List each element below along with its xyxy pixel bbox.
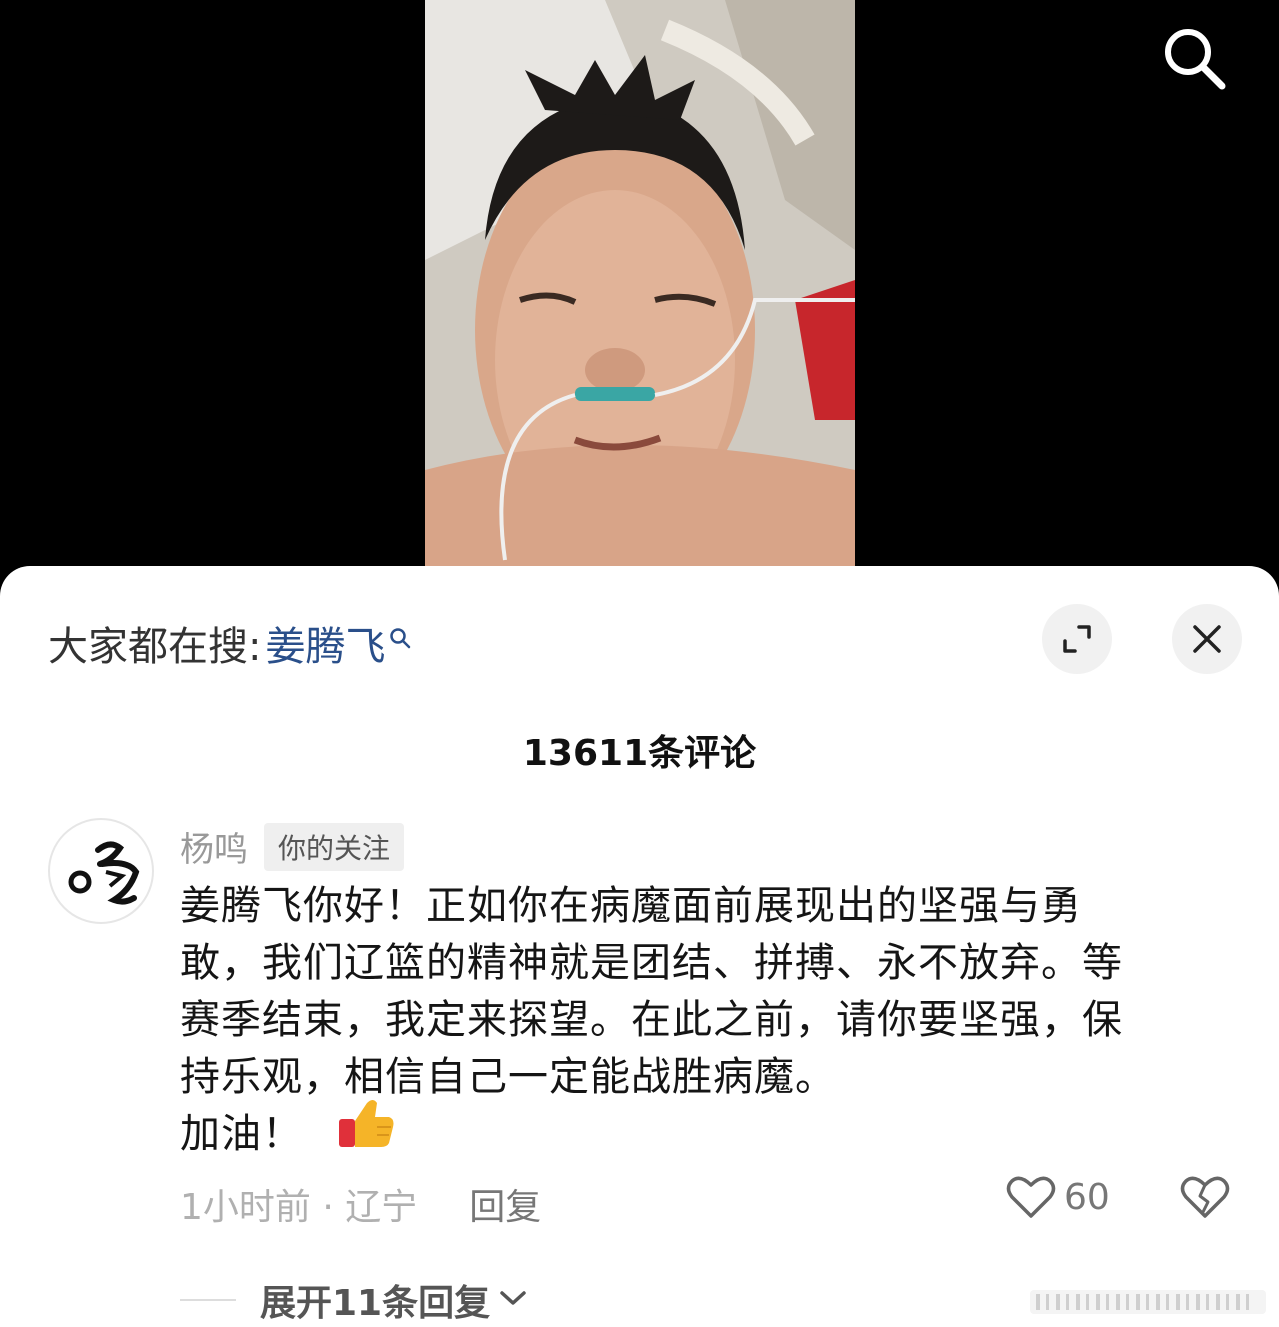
comment-line: 加油！ bbox=[180, 1111, 303, 1157]
broken-heart-icon bbox=[1180, 1176, 1230, 1218]
comment-line: 姜腾飞你好！正如你在病魔面前展现出的坚强与勇 bbox=[180, 883, 1082, 929]
mini-search-icon bbox=[389, 613, 411, 659]
comment-count-title: 13611条评论 bbox=[522, 733, 757, 774]
expand-replies-button[interactable]: 展开11条回复 bbox=[180, 1274, 528, 1326]
comment-time-location: 1小时前 · 辽宁 bbox=[180, 1187, 418, 1228]
comment-text[interactable]: 姜腾飞你好！正如你在病魔面前展现出的坚强与勇 敢，我们辽篮的精神就是团结、拼搏、… bbox=[180, 878, 1230, 1165]
watermark-bar bbox=[1030, 1288, 1270, 1316]
expand-icon bbox=[1063, 625, 1091, 653]
video-still bbox=[425, 0, 855, 580]
heart-icon bbox=[1006, 1176, 1056, 1218]
comment-line: 敢，我们辽篮的精神就是团结、拼搏、永不放弃。等 bbox=[180, 940, 1123, 986]
chevron-down-icon bbox=[498, 1288, 528, 1312]
avatar[interactable] bbox=[48, 818, 154, 924]
close-button[interactable] bbox=[1172, 604, 1242, 674]
comment-meta-row: 1小时前 · 辽宁 回复 bbox=[180, 1178, 541, 1230]
trending-search-term[interactable]: 姜腾飞 bbox=[265, 614, 385, 672]
trending-search-prefix: 大家都在搜: bbox=[48, 624, 262, 670]
close-icon bbox=[1193, 625, 1221, 653]
like-button[interactable]: 60 bbox=[1006, 1174, 1110, 1220]
thumbs-up-emoji-icon bbox=[337, 1097, 395, 1165]
comment-author-name[interactable]: 杨鸣 bbox=[180, 822, 248, 871]
following-badge: 你的关注 bbox=[264, 822, 405, 871]
dislike-button[interactable] bbox=[1180, 1174, 1230, 1224]
calligraphy-avatar-image bbox=[68, 841, 140, 905]
search-icon[interactable] bbox=[1160, 24, 1230, 94]
comment-line-last: 加油！ bbox=[180, 1100, 1230, 1165]
expand-button[interactable] bbox=[1042, 604, 1112, 674]
trending-search-hint[interactable]: 大家都在搜: 姜腾飞 bbox=[48, 614, 411, 672]
comment-sheet: 大家都在搜: 姜腾飞 13611条评论 杨鸣 你的关注 姜腾飞你好！正如你在病魔… bbox=[0, 566, 1279, 1327]
like-count: 60 bbox=[1064, 1176, 1110, 1218]
comment-line: 赛季结束，我定来探望。在此之前，请你要坚强，保 bbox=[180, 997, 1123, 1043]
comment-author-row: 杨鸣 你的关注 bbox=[180, 822, 405, 871]
reply-button[interactable]: 回复 bbox=[469, 1178, 541, 1230]
video-player[interactable] bbox=[0, 0, 1279, 600]
divider bbox=[180, 1299, 236, 1301]
expand-replies-label: 展开11条回复 bbox=[260, 1283, 491, 1324]
video-frame[interactable] bbox=[425, 0, 855, 580]
